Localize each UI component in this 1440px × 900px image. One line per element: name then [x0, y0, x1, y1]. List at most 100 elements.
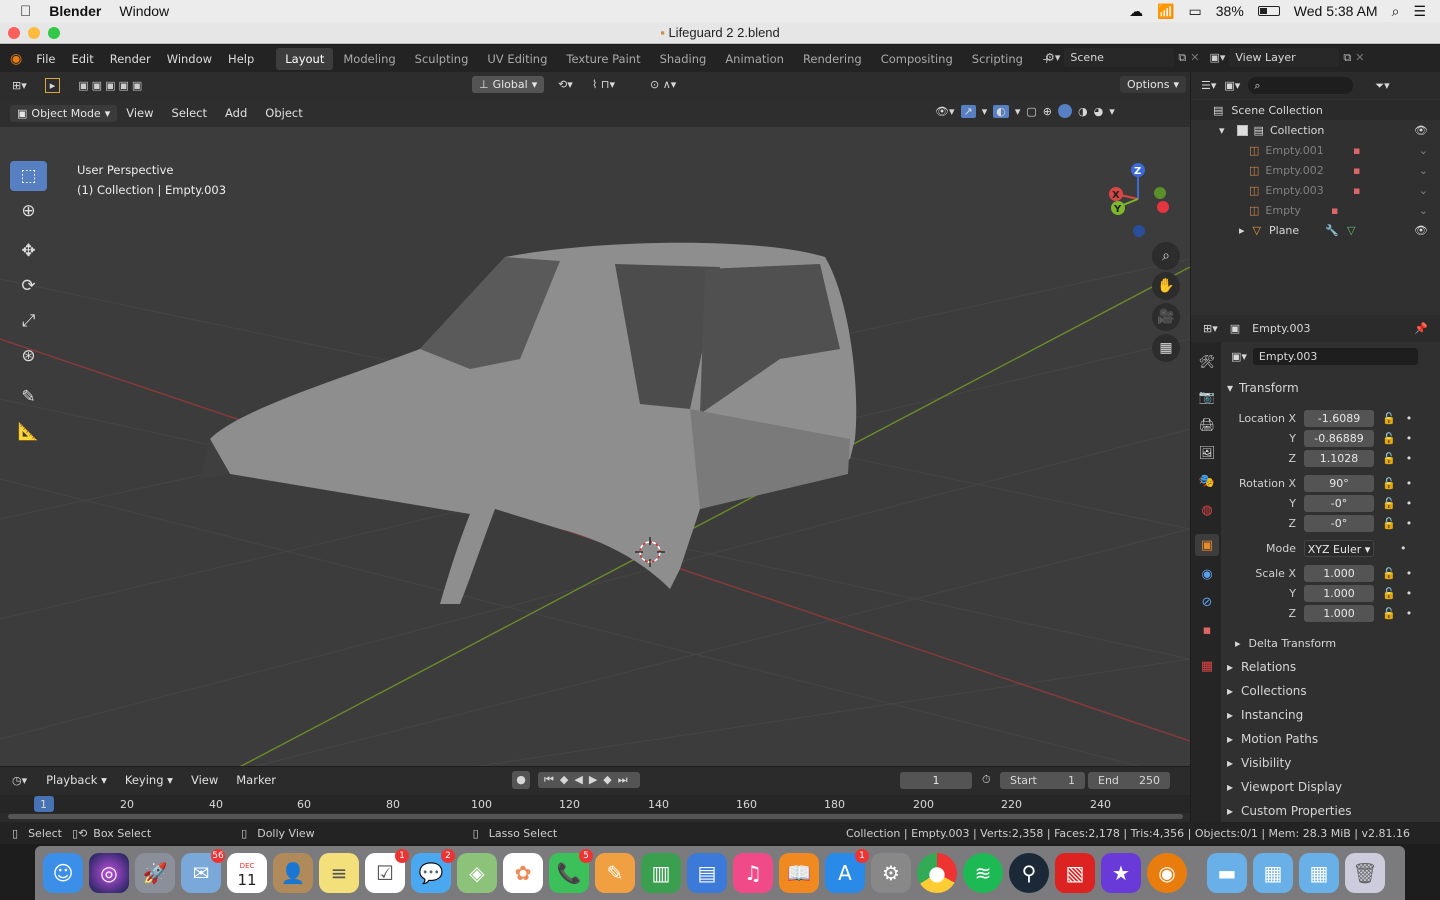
lock-icon[interactable]: 🔓	[1382, 432, 1396, 445]
world-properties-tab[interactable]: ◍	[1195, 499, 1219, 521]
notification-center-icon[interactable]: ☰	[1413, 3, 1426, 20]
location-y-field[interactable]: -0.86889	[1304, 429, 1374, 447]
display-mode-icon[interactable]: ▣▾	[1224, 79, 1240, 92]
lock-icon[interactable]: 🔓	[1382, 587, 1396, 600]
eye-icon[interactable]: 👁	[1414, 124, 1428, 137]
outliner-item[interactable]: ◫ Empty.001 ▪ ⌄	[1191, 140, 1440, 160]
rotate-tool[interactable]: ⟳	[10, 271, 47, 301]
ibooks-icon[interactable]: 📖	[779, 853, 819, 893]
collection-checkbox[interactable]	[1236, 124, 1248, 136]
marker-menu[interactable]: Marker	[227, 773, 285, 787]
stopwatch-icon[interactable]: ⏱	[982, 773, 991, 787]
playback-menu[interactable]: Playback ▾	[37, 773, 116, 787]
solid-shading-icon[interactable]	[1058, 104, 1073, 118]
keynote-icon[interactable]: ▤	[687, 853, 727, 893]
notes-icon[interactable]: ≡	[319, 853, 359, 893]
rendered-shading-icon[interactable]: ◕	[1094, 105, 1104, 118]
gizmo-toggle-icon[interactable]: ↗	[960, 104, 976, 118]
imovie-icon[interactable]: ★	[1101, 853, 1141, 893]
edit-menu[interactable]: Edit	[63, 52, 101, 66]
system-preferences-icon[interactable]: ⚙	[871, 853, 911, 893]
data-properties-tab[interactable]: ▪	[1195, 619, 1219, 641]
move-tool[interactable]: ✥	[10, 236, 47, 266]
motion-paths-panel[interactable]: ▸ Motion Paths	[1221, 728, 1440, 750]
timeline-view-menu[interactable]: View	[182, 773, 227, 787]
reminders-icon[interactable]: ☑ 1	[365, 849, 409, 893]
spotify-icon[interactable]: ≋	[963, 853, 1003, 893]
documents-folder-icon[interactable]: ▦	[1299, 853, 1339, 893]
lock-icon[interactable]: 🔓	[1382, 412, 1396, 425]
facetime-icon[interactable]: 📞 5	[549, 849, 593, 893]
playback-controls[interactable]: ⏮◆◀▶◆⏭	[538, 772, 640, 788]
tab-modeling[interactable]: Modeling	[334, 48, 404, 70]
tab-uv-editing[interactable]: UV Editing	[478, 48, 556, 70]
outliner-editor-icon[interactable]: ☰▾	[1201, 79, 1216, 92]
transform-tool[interactable]: ⊛	[10, 341, 47, 371]
keyframe-dot-icon[interactable]: •	[1406, 587, 1413, 600]
gizmo-dropdown-icon[interactable]: ▾	[982, 105, 988, 118]
app-menu[interactable]: Blender	[49, 3, 101, 19]
trash-icon[interactable]: 🗑	[1345, 853, 1385, 893]
hidden-eye-icon[interactable]: ⌄	[1419, 204, 1428, 217]
delete-view-layer-icon[interactable]: ✕	[1355, 51, 1364, 64]
new-scene-icon[interactable]: ⧉	[1178, 51, 1186, 65]
outliner-scene-collection[interactable]: ▤ Scene Collection	[1191, 100, 1440, 120]
tab-scripting[interactable]: Scripting	[963, 48, 1032, 70]
tab-shading[interactable]: Shading	[651, 48, 716, 70]
pages-icon[interactable]: ✎	[595, 853, 635, 893]
material-shading-icon[interactable]: ◑	[1078, 105, 1088, 118]
viewport-display-panel[interactable]: ▸ Viewport Display	[1221, 776, 1440, 798]
view-layer-icon[interactable]: ▣▾	[1209, 51, 1225, 64]
object-menu[interactable]: Object	[256, 106, 311, 120]
pin-icon[interactable]: 📌	[1414, 322, 1428, 335]
keyframe-dot-icon[interactable]: •	[1406, 452, 1413, 465]
select-box-tool[interactable]: ⬚	[10, 161, 47, 191]
chrome-icon[interactable]: ●	[917, 853, 957, 893]
eye-icon[interactable]: 👁	[1414, 224, 1428, 237]
wifi-icon[interactable]: 📶	[1157, 3, 1174, 20]
lock-icon[interactable]: 🔓	[1382, 452, 1396, 465]
keyframe-dot-icon[interactable]: •	[1406, 412, 1413, 425]
tab-animation[interactable]: Animation	[716, 48, 793, 70]
blender-dock-icon[interactable]: ◉	[1147, 853, 1187, 893]
object-mode-dropdown[interactable]: ▣ Object Mode ▾	[10, 104, 118, 122]
end-frame-field[interactable]: End 250	[1088, 771, 1170, 789]
keyframe-dot-icon[interactable]: •	[1406, 517, 1413, 530]
pan-hand-icon[interactable]: ✋	[1152, 272, 1180, 300]
tab-layout[interactable]: Layout	[276, 47, 334, 70]
tab-sculpting[interactable]: Sculpting	[406, 48, 478, 70]
texture-properties-tab[interactable]: ▦	[1195, 655, 1219, 677]
select-menu[interactable]: Select	[163, 106, 216, 120]
file-menu[interactable]: File	[28, 52, 63, 66]
render-menu[interactable]: Render	[102, 52, 159, 66]
delta-transform-subpanel[interactable]: ▸ Delta Transform	[1235, 632, 1440, 654]
overlay-dropdown-icon[interactable]: ▾	[1015, 105, 1021, 118]
object-name-field[interactable]: Empty.003	[1252, 348, 1418, 365]
snap-icon[interactable]: ⌇ ⊓▾	[592, 78, 615, 91]
annotate-tool[interactable]: ✎	[10, 382, 47, 412]
spotlight-icon[interactable]: ⌕	[1392, 3, 1400, 20]
editor-type-icon[interactable]: ⊞▾	[12, 79, 27, 92]
help-menu[interactable]: Help	[220, 52, 262, 66]
visibility-icon[interactable]: 👁▾	[935, 105, 955, 118]
blender-logo-icon[interactable]: ◉	[10, 51, 22, 67]
lock-icon[interactable]: 🔓	[1382, 477, 1396, 490]
collections-panel[interactable]: ▸ Collections	[1221, 680, 1440, 702]
tab-texture-paint[interactable]: Texture Paint	[557, 48, 649, 70]
keyframe-dot-icon[interactable]: •	[1406, 607, 1413, 620]
zoom-icon[interactable]: ⌕	[1152, 242, 1180, 270]
tab-rendering[interactable]: Rendering	[794, 48, 871, 70]
selection-mode-buttons[interactable]: ▣▣▣▣▣	[78, 79, 145, 92]
shading-options-icon[interactable]: ▾	[1109, 105, 1115, 118]
add-menu[interactable]: Add	[216, 106, 256, 120]
lock-icon[interactable]: 🔓	[1382, 607, 1396, 620]
measure-tool[interactable]: 📐	[10, 417, 47, 447]
timeline-scrollbar[interactable]	[8, 814, 1183, 819]
transform-panel-header[interactable]: ▾ Transform	[1221, 377, 1440, 399]
camera-view-icon[interactable]: 🎥	[1152, 303, 1180, 331]
visibility-panel[interactable]: ▸ Visibility	[1221, 752, 1440, 774]
object-properties-tab[interactable]: ▣	[1195, 534, 1219, 556]
cloud-icon[interactable]: ☁	[1129, 3, 1143, 20]
view-layer-field[interactable]: View Layer	[1229, 48, 1340, 67]
proportional-edit-icon[interactable]: ⊙ ∧▾	[650, 78, 676, 91]
